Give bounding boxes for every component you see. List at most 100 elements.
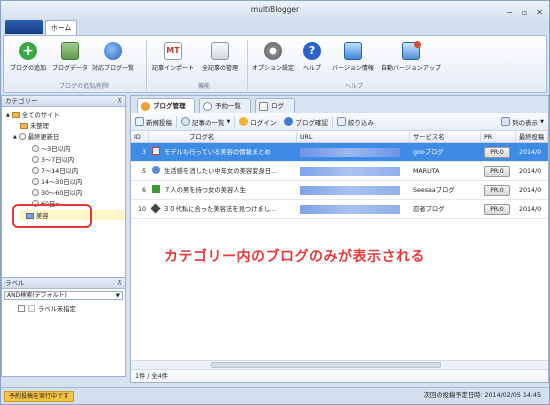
label-panel: ラベル ⊼ AND検索(デフォルト) ▼ ラベル未指定 (2, 277, 125, 377)
pin-icon[interactable]: ⊼ (117, 96, 122, 107)
gear-icon (264, 42, 282, 60)
new-post-button[interactable]: 新規投稿 (131, 117, 176, 127)
column-header-blog-name[interactable]: ブログ名 (149, 132, 297, 142)
version-info-button[interactable]: バージョン情報 (332, 42, 374, 72)
highlight-annotation-box (12, 204, 92, 228)
import-articles-label: 記事インポート (152, 65, 195, 72)
options-button[interactable]: オプション設定 (252, 42, 294, 72)
tree-item-last-updated[interactable]: ▲ 最終更新日 (13, 132, 59, 141)
status-bar: 予約投稿を実行中です 次回の投稿予定日時: 2014/02/05 14:45 (1, 387, 549, 404)
main-panel: ブログ管理 予約一覧 ログ 新規投稿 記事の一覧 ▼ ログイン ブログ確認 絞り込… (130, 95, 549, 383)
app-menu-button[interactable] (5, 20, 43, 34)
tree-item-30-60days[interactable]: 30～60日以内 (32, 188, 82, 197)
cell-blog-name: モデルも行っている美容の情報まとめ (149, 143, 297, 161)
supported-blogs-button[interactable]: 対応ブログ一覧 (92, 42, 134, 72)
add-icon: + (19, 42, 37, 60)
label-header-label: ラベル (5, 279, 25, 287)
toolbar-label: 新規投稿 (146, 118, 172, 127)
blog-service-icon (152, 166, 160, 174)
clock-icon (32, 145, 39, 152)
toolbar-label: 記事の一覧 (192, 118, 225, 127)
tree-item-14-30days[interactable]: 14～30日以内 (32, 177, 82, 186)
cell-last-post: 2014/0 (519, 149, 542, 156)
options-label: オプション設定 (252, 65, 295, 72)
checkbox[interactable] (18, 305, 25, 312)
cell-pr: PR:0 (481, 162, 516, 180)
blog-check-button[interactable]: ブログ確認 (280, 117, 332, 127)
column-header-pr[interactable]: PR (481, 132, 516, 142)
tree-item-3-7days[interactable]: 3～7日以内 (32, 155, 74, 164)
folder-icon (20, 122, 28, 129)
cell-id: 3 (141, 149, 146, 156)
table-row[interactable]: 10 ３０代私に合った美容法を見つけまし... 忍者ブログ PR:0 2014/… (131, 200, 548, 219)
login-button[interactable]: ログイン (235, 117, 280, 127)
tree-label: 3～7日以内 (41, 157, 75, 164)
import-articles-button[interactable]: MT 記事インポート (152, 42, 194, 72)
blog-service-icon (152, 147, 160, 155)
new-post-icon (135, 117, 144, 126)
tab-schedule-list[interactable]: 予約一覧 (199, 98, 251, 113)
article-list-button[interactable]: 記事の一覧 ▼ (177, 117, 234, 127)
supported-blogs-label: 対応ブログ一覧 (92, 65, 135, 72)
globe-icon (284, 117, 294, 126)
table-row[interactable]: 6 ７人の男を持つ女の美容人生 Seesaaブログ PR:0 2014/0 (131, 181, 548, 200)
help-button[interactable]: ? ヘルプ (303, 42, 321, 72)
clock-icon (18, 133, 26, 140)
pr-button[interactable]: PR:0 (484, 166, 510, 177)
table-row[interactable]: 5 生活感を消したい中年女の美容変身日... MARUTA PR:0 2014/… (131, 162, 548, 181)
column-header-id[interactable]: ID (131, 132, 149, 142)
record-count: 1件 / 全4件 (131, 369, 548, 382)
mt-import-icon: MT (164, 42, 182, 60)
monitor-update-icon (401, 41, 421, 60)
pr-button[interactable]: PR:0 (484, 147, 510, 158)
group-divider (146, 40, 147, 90)
tab-label: 予約一覧 (215, 102, 241, 110)
blog-name-text: ７人の男を持つ女の美容人生 (164, 187, 246, 194)
cell-last-post: 2014/0 (519, 206, 542, 213)
tab-blog-management[interactable]: ブログ管理 (137, 98, 195, 114)
table-row[interactable]: 3 モデルも行っている美容の情報まとめ gooブログ PR:0 2014/0 (131, 143, 548, 162)
manage-articles-button[interactable]: 全記事の管理 (202, 42, 238, 72)
label-combo-value: AND検索(デフォルト) (7, 292, 67, 299)
tree-item-all-sites[interactable]: ▲ 全てのサイト (6, 110, 60, 119)
toolbar-label: ログイン (250, 118, 277, 127)
columns-icon (501, 117, 511, 126)
category-tree: ▲ 全てのサイト 未整理 ▲ 最終更新日 ～3日以内 3～7日以内 7～14日以内 … (2, 107, 125, 277)
tree-item-within-3days[interactable]: ～3日以内 (32, 144, 70, 153)
label-item-unassigned[interactable]: ラベル未指定 (2, 302, 125, 313)
filter-button[interactable]: 絞り込み (333, 117, 378, 127)
tree-label: 全てのサイト (21, 112, 60, 119)
category-panel-header: カテゴリー ⊼ (2, 96, 125, 107)
help-icon: ? (303, 42, 321, 60)
horizontal-scrollbar[interactable] (131, 360, 548, 369)
category-header-label: カテゴリー (5, 97, 38, 105)
scrollbar-thumb[interactable] (211, 362, 441, 368)
auto-update-button[interactable]: 自動バージョンアップ (381, 41, 441, 72)
table-header: ID ブログ名 URL サービス名 PR 最終投稿 (131, 132, 548, 143)
collapse-icon[interactable]: ▲ (13, 134, 17, 140)
label-panel-header: ラベル ⊼ (2, 278, 125, 289)
tab-home[interactable]: ホーム (45, 20, 77, 35)
tree-item-7-14days[interactable]: 7～14日以内 (32, 166, 78, 175)
column-header-last-post[interactable]: 最終投稿 (516, 132, 548, 142)
label-search-mode-select[interactable]: AND検索(デフォルト) ▼ (4, 291, 123, 300)
sidebar: カテゴリー ⊼ ▲ 全てのサイト 未整理 ▲ 最終更新日 ～3日以内 3～7日以内 … (1, 95, 126, 377)
add-blog-button[interactable]: + ブログの追加 (10, 42, 46, 72)
filter-icon (336, 117, 346, 126)
group-divider (247, 40, 248, 90)
monitor-check-icon (343, 42, 362, 60)
collapse-icon[interactable]: ▲ (6, 112, 10, 118)
tree-label: 30～60日以内 (41, 190, 83, 197)
tab-log[interactable]: ログ (255, 98, 295, 113)
column-display-button[interactable]: 列の表示 ▼ (497, 117, 548, 127)
blog-data-label: ブログデータ (52, 65, 89, 72)
blog-data-button[interactable]: ブログデータ (52, 42, 88, 72)
cell-pr: PR:0 (481, 181, 516, 199)
pin-icon[interactable]: ⊼ (117, 278, 122, 289)
tree-item-uncategorized[interactable]: 未整理 (20, 121, 49, 130)
column-header-url[interactable]: URL (297, 132, 410, 142)
column-header-service[interactable]: サービス名 (410, 132, 481, 142)
pr-button[interactable]: PR:0 (484, 185, 510, 196)
pr-button[interactable]: PR:0 (484, 204, 510, 215)
tree-label: 7～14日以内 (41, 168, 79, 175)
